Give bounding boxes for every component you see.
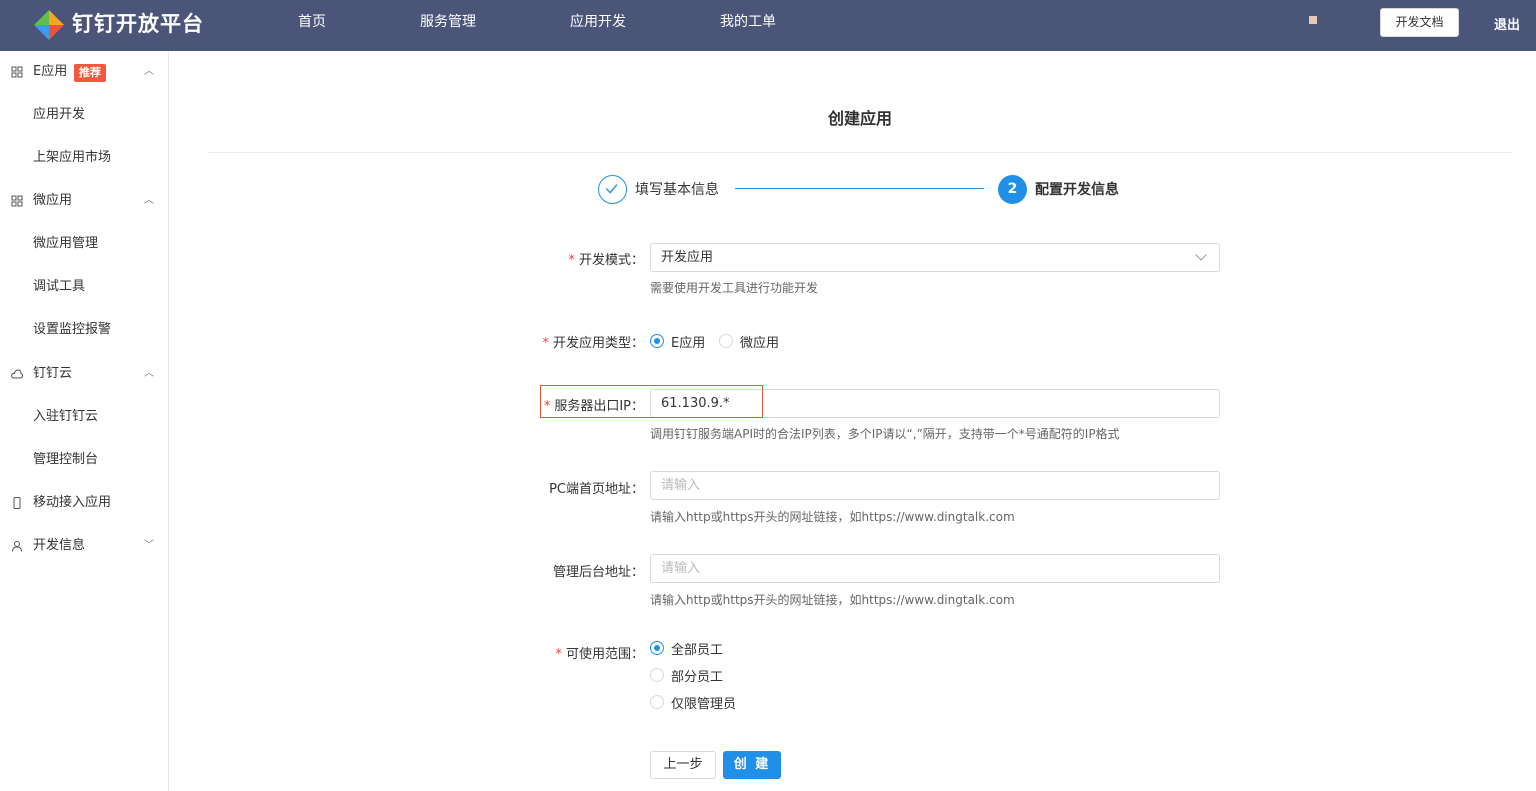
chevron-down-icon: ﹀ xyxy=(144,540,154,551)
sidebar-group-label: 微应用 xyxy=(33,193,73,208)
pc-home-label: PC端首页地址： xyxy=(549,482,644,497)
prev-step-button[interactable]: 上一步 xyxy=(650,751,716,779)
pc-home-input[interactable] xyxy=(650,471,1220,500)
sidebar-item-label: 应用开发 xyxy=(33,107,86,122)
sidebar-item-mobile-access[interactable]: 移动接入应用 xyxy=(0,488,168,518)
brand-title[interactable]: 钉钉开放平台 xyxy=(72,10,204,38)
step-connector xyxy=(735,188,984,189)
step-2-label: 配置开发信息 xyxy=(1035,182,1119,198)
grid-icon xyxy=(11,66,23,78)
dingtalk-logo-icon[interactable] xyxy=(33,9,65,41)
radio-e-app[interactable] xyxy=(650,334,664,348)
top-bar: 钉钉开放平台 首页 服务管理 应用开发 我的工单 开发文档 退出 xyxy=(0,0,1536,51)
sidebar-item-debug-tools[interactable]: 调试工具 xyxy=(0,272,168,302)
page-title: 创建应用 xyxy=(827,109,892,128)
admin-url-input[interactable] xyxy=(650,554,1220,583)
step-1-done-icon xyxy=(598,175,627,204)
sidebar-item-label: 上架应用市场 xyxy=(33,150,112,165)
chevron-up-icon: ︿ xyxy=(144,368,154,379)
sidebar-item-label: 移动接入应用 xyxy=(33,495,112,510)
sidebar-group-e-app[interactable]: E应用 推荐 ︿ xyxy=(0,57,168,87)
sidebar-item-label: 微应用管理 xyxy=(33,236,99,251)
radio-partial-staff[interactable] xyxy=(650,668,664,682)
nav-my-tickets[interactable]: 我的工单 xyxy=(720,13,776,31)
nav-service-management[interactable]: 服务管理 xyxy=(420,13,476,31)
sidebar-item-label: 设置监控报警 xyxy=(33,322,112,337)
sidebar-item-publish-market[interactable]: 上架应用市场 xyxy=(0,143,168,173)
radio-micro-app-label[interactable]: 微应用 xyxy=(740,332,779,351)
radio-admin-only[interactable] xyxy=(650,695,664,709)
dev-mode-label: * 开发模式： xyxy=(568,253,644,268)
title-divider xyxy=(208,152,1512,153)
radio-e-app-label[interactable]: E应用 xyxy=(671,332,705,351)
notice-dot-icon[interactable] xyxy=(1309,16,1317,24)
create-button[interactable]: 创 建 xyxy=(723,751,781,779)
sidebar-item-micro-app-management[interactable]: 微应用管理 xyxy=(0,229,168,259)
server-ip-hint: 调用钉钉服务端API时的合法IP列表，多个IP请以“,”隔开，支持带一个*号通配… xyxy=(650,427,1120,441)
admin-url-hint: 请输入http或https开头的网址链接，如https://www.dingta… xyxy=(650,593,1015,607)
radio-micro-app[interactable] xyxy=(719,334,733,348)
radio-all-staff-label[interactable]: 全部员工 xyxy=(671,639,723,658)
sidebar-item-app-development[interactable]: 应用开发 xyxy=(0,100,168,130)
sidebar-group-dingtalk-cloud[interactable]: 钉钉云 ︿ xyxy=(0,359,168,389)
step-1-label: 填写基本信息 xyxy=(635,182,719,198)
cloud-icon xyxy=(11,369,23,379)
radio-partial-staff-label[interactable]: 部分员工 xyxy=(671,666,723,685)
sidebar-item-join-cloud[interactable]: 入驻钉钉云 xyxy=(0,402,168,432)
logout-link[interactable]: 退出 xyxy=(1494,14,1520,33)
chevron-up-icon: ︿ xyxy=(144,195,154,206)
sidebar-group-micro-app[interactable]: 微应用 ︿ xyxy=(0,186,168,216)
app-type-label: * 开发应用类型： xyxy=(542,336,644,351)
sidebar-group-label: 开发信息 xyxy=(33,538,86,553)
nav-app-development[interactable]: 应用开发 xyxy=(570,13,626,31)
dev-docs-button[interactable]: 开发文档 xyxy=(1380,8,1459,37)
user-icon xyxy=(12,541,22,552)
chevron-up-icon: ︿ xyxy=(144,66,154,77)
sidebar-group-label: E应用 xyxy=(33,64,68,79)
pc-home-hint: 请输入http或https开头的网址链接，如https://www.dingta… xyxy=(650,510,1015,524)
sidebar-group-label: 钉钉云 xyxy=(33,366,73,381)
scope-label: * 可使用范围： xyxy=(555,647,644,662)
sidebar: E应用 推荐 ︿ 应用开发 上架应用市场 微应用 ︿ 微应用管理 调试工具 设置… xyxy=(0,51,169,791)
sidebar-item-label: 调试工具 xyxy=(33,279,86,294)
sidebar-item-label: 入驻钉钉云 xyxy=(33,409,99,424)
dev-mode-select[interactable]: 开发应用 xyxy=(650,243,1220,272)
sidebar-item-monitor-alerts[interactable]: 设置监控报警 xyxy=(0,315,168,345)
admin-url-label: 管理后台地址： xyxy=(552,565,644,580)
step-2-number: 2 xyxy=(998,175,1027,204)
nav-home[interactable]: 首页 xyxy=(298,13,326,31)
sidebar-item-console[interactable]: 管理控制台 xyxy=(0,445,168,475)
sidebar-group-dev-info[interactable]: 开发信息 ﹀ xyxy=(0,531,168,561)
mobile-icon xyxy=(13,497,21,509)
radio-admin-only-label[interactable]: 仅限管理员 xyxy=(671,693,736,712)
radio-all-staff[interactable] xyxy=(650,641,664,655)
dev-mode-hint: 需要使用开发工具进行功能开发 xyxy=(650,281,819,295)
grid-icon xyxy=(11,195,23,207)
annotation-highlight-box xyxy=(540,385,763,418)
recommend-badge: 推荐 xyxy=(74,64,106,82)
sidebar-item-label: 管理控制台 xyxy=(33,452,99,467)
